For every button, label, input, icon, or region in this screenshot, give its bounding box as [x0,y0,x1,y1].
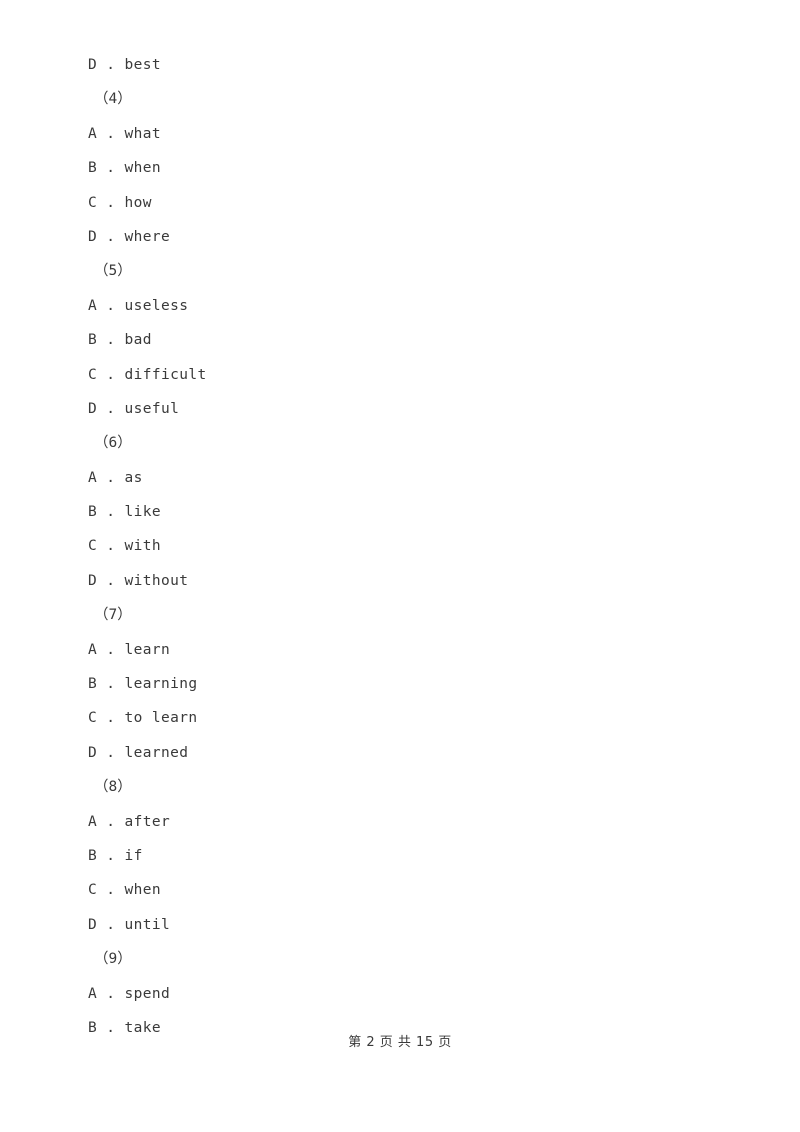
answer-option: B . if [88,847,143,864]
answer-option: D . without [88,572,189,589]
answer-option: A . after [88,813,171,830]
answer-option: C . when [88,882,162,899]
question-group-marker: （4） [94,91,132,108]
answer-option: C . difficult [88,366,207,383]
answer-option: C . to learn [88,710,198,727]
answer-option: C . how [88,194,152,211]
answer-option: D . where [88,228,171,245]
answer-option: B . like [88,504,162,521]
answer-option: B . learning [88,676,198,693]
answer-option: D . best [88,57,162,73]
answer-option: A . what [88,125,162,142]
answer-option: D . useful [88,400,180,417]
question-group-marker: （7） [94,607,132,624]
page-footer: 第 2 页 共 15 页 [348,1035,452,1050]
document-page: D . best （4） A . what B . when C . how D . wh… [0,0,800,1132]
question-options-list: D . best （4） A . what B . when C . how D . wh… [88,48,708,1045]
answer-option: B . bad [88,332,152,349]
answer-option: D . until [88,916,171,933]
question-group-marker: （6） [94,435,132,452]
question-group-marker: （9） [94,951,132,968]
answer-option: A . spend [88,985,171,1002]
answer-option: B . when [88,160,162,177]
answer-option: A . as [88,469,143,486]
answer-option: A . useless [88,297,189,314]
question-group-marker: （5） [94,263,132,280]
answer-option: D . learned [88,744,189,761]
answer-option: C . with [88,538,162,555]
question-group-marker: （8） [94,779,132,796]
answer-option: A . learn [88,641,171,658]
